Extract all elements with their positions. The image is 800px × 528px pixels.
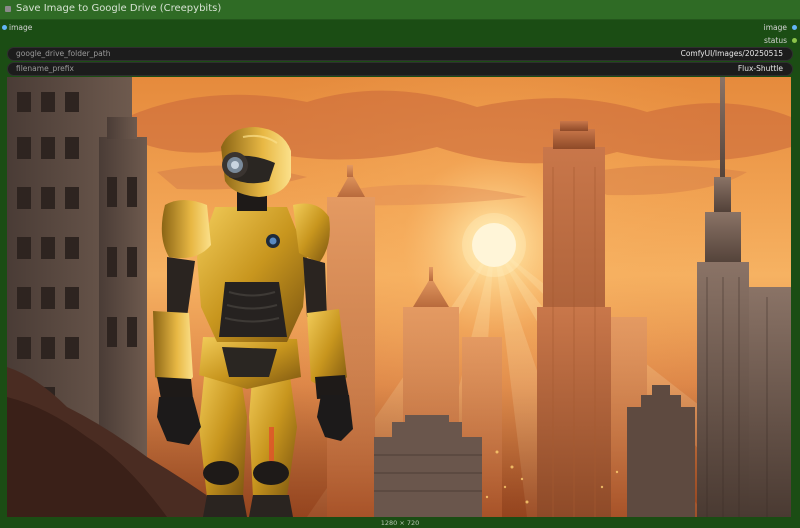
image-output-label: image xyxy=(763,23,787,32)
widget-value: ComfyUI/Images/20250515 xyxy=(680,49,783,58)
robot-city-sunset-image xyxy=(7,77,791,517)
widget-label: filename_prefix xyxy=(16,64,74,73)
status-output-slot-icon[interactable] xyxy=(792,38,797,43)
status-output-label: status xyxy=(763,36,787,45)
image-input-slot-icon[interactable] xyxy=(2,25,7,30)
widget-value: Flux-Shuttle xyxy=(737,64,783,73)
image-preview xyxy=(7,77,791,517)
filename-prefix-widget[interactable]: filename_prefix Flux-Shuttle xyxy=(7,62,793,76)
image-dimensions-caption: 1280 × 720 xyxy=(380,519,420,527)
save-image-node: Save Image to Google Drive (Creepybits) … xyxy=(0,0,800,528)
node-title: Save Image to Google Drive (Creepybits) xyxy=(16,3,222,14)
google-drive-folder-path-widget[interactable]: google_drive_folder_path ComfyUI/Images/… xyxy=(7,47,793,61)
image-input-label: image xyxy=(9,23,33,32)
image-output-slot-icon[interactable] xyxy=(792,25,797,30)
widget-label: google_drive_folder_path xyxy=(16,49,111,58)
collapse-toggle-icon[interactable] xyxy=(5,6,11,12)
node-title-bar[interactable]: Save Image to Google Drive (Creepybits) xyxy=(0,0,800,20)
